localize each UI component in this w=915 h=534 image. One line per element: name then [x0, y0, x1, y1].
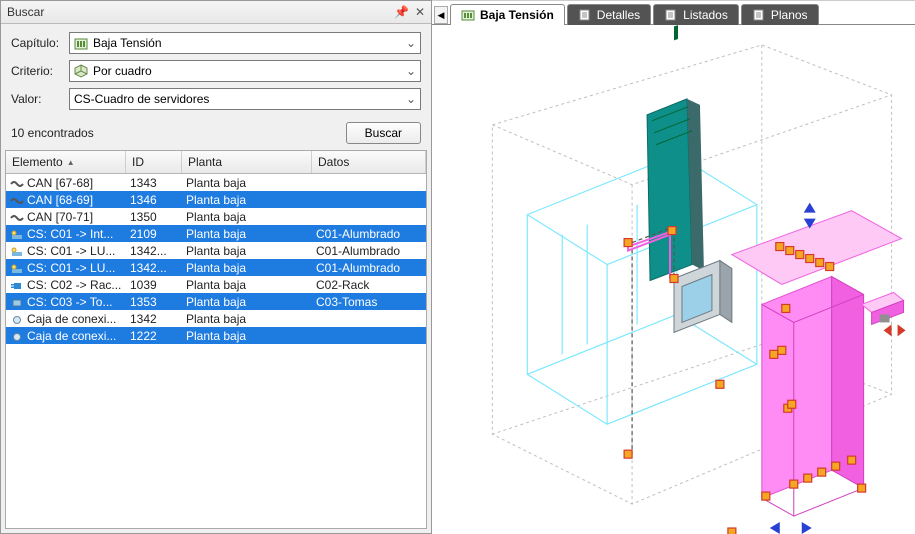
table-row[interactable]: CS: C01 -> Int...2109Planta bajaC01-Alum… [6, 225, 426, 242]
cube-icon [74, 64, 88, 78]
pin-icon[interactable]: 📌 [394, 5, 409, 19]
model-viewport[interactable] [432, 25, 915, 534]
valor-select[interactable]: CS-Cuadro de servidores ⌄ [69, 88, 421, 110]
row-type-icon [10, 212, 24, 222]
search-panel: Buscar 📌 ✕ Capítulo: Baja Tensión ⌄ Crit… [0, 0, 432, 534]
tab-detalles[interactable]: Detalles [567, 4, 651, 25]
table-row[interactable]: CAN [68-69]1346Planta baja [6, 191, 426, 208]
tab-bar: ◀ Baja TensiónDetallesListadosPlanos [432, 1, 915, 25]
capitulo-select[interactable]: Baja Tensión ⌄ [69, 32, 421, 54]
col-elemento[interactable]: Elemento▲ [6, 151, 126, 173]
table-row[interactable]: Caja de conexi...1222Planta baja [6, 327, 426, 344]
table-row[interactable]: Caja de conexi...1342Planta baja [6, 310, 426, 327]
close-icon[interactable]: ✕ [415, 5, 425, 19]
table-row[interactable]: CS: C01 -> LU...1342...Planta bajaC01-Al… [6, 242, 426, 259]
tab-planos[interactable]: Planos [741, 4, 819, 25]
panel-titlebar: Buscar 📌 ✕ [1, 1, 431, 24]
row-type-icon [10, 297, 24, 307]
chevron-down-icon: ⌄ [406, 92, 416, 106]
panel-title-text: Buscar [7, 5, 44, 19]
search-button[interactable]: Buscar [346, 122, 421, 144]
row-type-icon [10, 280, 24, 290]
row-type-icon [10, 331, 24, 341]
table-row[interactable]: CS: C01 -> LU...1342...Planta bajaC01-Al… [6, 259, 426, 276]
table-row[interactable]: CS: C03 -> To...1353Planta bajaC03-Tomas [6, 293, 426, 310]
row-type-icon [10, 314, 24, 324]
row-type-icon [10, 246, 24, 256]
row-type-icon [10, 229, 24, 239]
col-planta[interactable]: Planta [182, 151, 312, 173]
tab-icon [664, 9, 678, 21]
tab-icon [578, 9, 592, 21]
viewport-panel: ◀ Baja TensiónDetallesListadosPlanos [432, 0, 915, 534]
row-type-icon [10, 263, 24, 273]
row-type-icon [10, 178, 24, 188]
criterio-label: Criterio: [11, 64, 69, 78]
chevron-down-icon: ⌄ [406, 64, 416, 78]
table-row[interactable]: CS: C02 -> Rac...1039Planta bajaC02-Rack [6, 276, 426, 293]
result-count: 10 encontrados [11, 126, 94, 140]
sort-asc-icon: ▲ [67, 158, 75, 167]
row-type-icon [10, 195, 24, 205]
chevron-down-icon: ⌄ [406, 36, 416, 50]
table-row[interactable]: CAN [67-68]1343Planta baja [6, 174, 426, 191]
tab-listados[interactable]: Listados [653, 4, 739, 25]
tab-icon [461, 9, 475, 21]
valor-label: Valor: [11, 92, 69, 106]
criterio-select[interactable]: Por cuadro ⌄ [69, 60, 421, 82]
results-table: Elemento▲ ID Planta Datos CAN [67-68]134… [5, 150, 427, 529]
table-row[interactable]: CAN [70-71]1350Planta baja [6, 208, 426, 225]
tab-icon [752, 9, 766, 21]
capitulo-label: Capítulo: [11, 36, 69, 50]
col-id[interactable]: ID [126, 151, 182, 173]
col-datos[interactable]: Datos [312, 151, 426, 173]
panel-icon [74, 36, 88, 50]
tab-scroll-left[interactable]: ◀ [434, 6, 448, 24]
tab-baja-tensión[interactable]: Baja Tensión [450, 4, 565, 25]
